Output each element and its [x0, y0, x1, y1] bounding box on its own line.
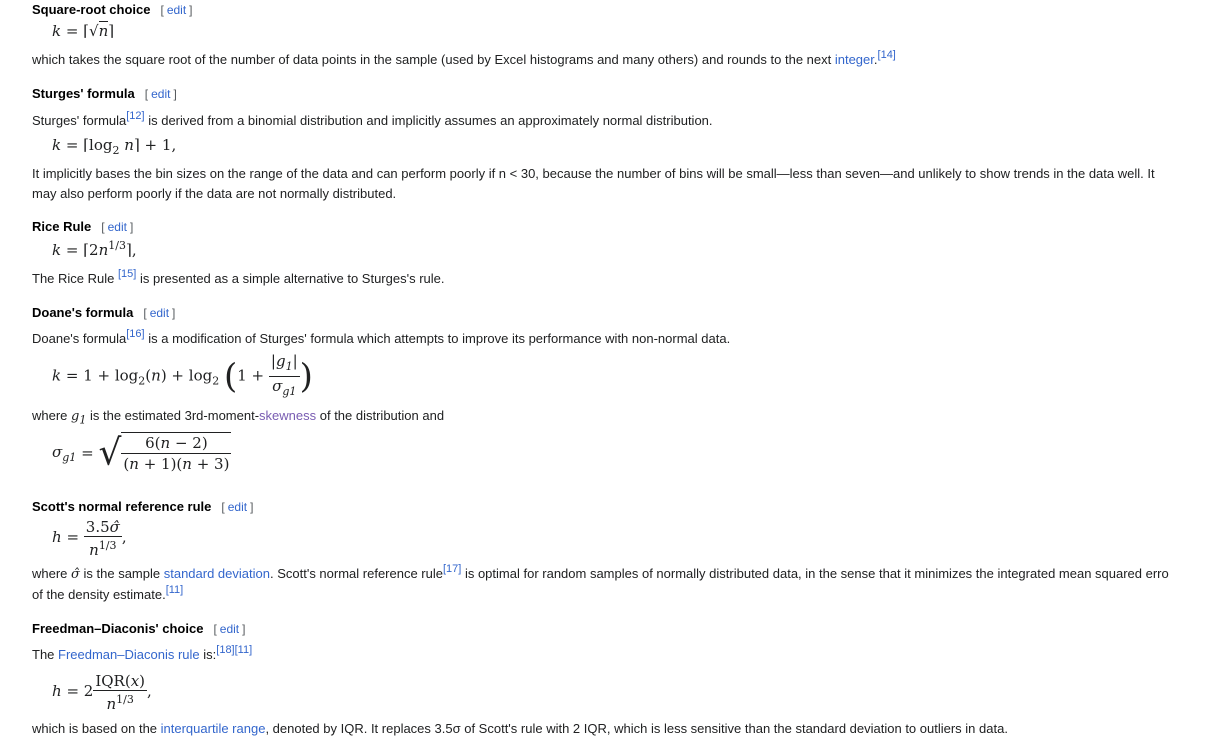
- edit-link-text[interactable]: edit: [105, 220, 130, 234]
- edit-link-text[interactable]: edit: [225, 500, 250, 514]
- paragraph: which is based on the interquartile rang…: [32, 721, 1008, 736]
- edit-link-text[interactable]: edit: [217, 622, 242, 636]
- edit-link-text[interactable]: edit: [164, 3, 189, 17]
- section-rice-heading: Rice Rule [edit]: [32, 219, 133, 234]
- standard-deviation-link[interactable]: standard deviation: [164, 566, 270, 581]
- edit-section-link[interactable]: [edit]: [221, 500, 253, 514]
- freedman-diaconis-link[interactable]: Freedman–Diaconis rule: [58, 647, 200, 662]
- paragraph: The Rice Rule [15] is presented as a sim…: [32, 268, 445, 287]
- integer-link[interactable]: integer: [835, 52, 874, 67]
- citation-link[interactable]: [18]: [216, 644, 234, 656]
- citation-link[interactable]: [12]: [126, 110, 144, 122]
- formula-sigma-g1: σg1 = √ 6(n − 2) (n + 1)(n + 3): [52, 432, 232, 474]
- paragraph: where σ̂ is the sample standard deviatio…: [32, 563, 1169, 583]
- edit-section-link[interactable]: [edit]: [145, 87, 177, 101]
- formula-doane: k = 1 + log2(n) + log2 (1 + |g1| σg1): [52, 352, 313, 398]
- paragraph: which takes the square root of the numbe…: [32, 49, 896, 68]
- edit-link-text[interactable]: edit: [148, 87, 173, 101]
- heading-title: Freedman–Diaconis' choice: [32, 621, 204, 636]
- heading-title: Rice Rule: [32, 219, 92, 234]
- formula-sturges: k = ⌈log2 n⌉ + 1,: [52, 136, 177, 157]
- section-sturges-heading: Sturges' formula [edit]: [32, 86, 177, 101]
- paragraph: The Freedman–Diaconis rule is:[18][11]: [32, 644, 253, 663]
- citation-link[interactable]: [17]: [443, 563, 461, 575]
- section-square-root-heading: Square-root choice [edit]: [32, 2, 193, 17]
- citation-link[interactable]: [15]: [118, 268, 136, 280]
- formula-rice: k = ⌈2n1/3⌉,: [52, 239, 137, 259]
- formula-freedman: h = 2 IQR(x) n1/3,: [52, 671, 152, 713]
- heading-title: Scott's normal reference rule: [32, 499, 212, 514]
- heading-title: Sturges' formula: [32, 86, 135, 101]
- citation-link[interactable]: [14]: [878, 49, 896, 61]
- section-scott-heading: Scott's normal reference rule [edit]: [32, 499, 253, 514]
- edit-section-link[interactable]: [edit]: [160, 3, 192, 17]
- paragraph-line: may also perform poorly if the data are …: [32, 186, 397, 201]
- paragraph: Sturges' formula[12] is derived from a b…: [32, 110, 713, 129]
- heading-title: Square-root choice: [32, 2, 151, 17]
- heading-title: Doane's formula: [32, 305, 134, 320]
- section-freedman-heading: Freedman–Diaconis' choice [edit]: [32, 621, 245, 636]
- paragraph: Doane's formula[16] is a modification of…: [32, 328, 731, 347]
- formula-scott: h = 3.5σ̂ n1/3,: [52, 517, 127, 559]
- citation-link[interactable]: [16]: [126, 328, 144, 340]
- paragraph-line: It implicitly bases the bin sizes on the…: [32, 166, 1155, 181]
- interquartile-range-link[interactable]: interquartile range: [161, 721, 266, 736]
- paragraph: where g1 is the estimated 3rd-moment-ske…: [32, 408, 445, 427]
- paragraph-line: of the density estimate.[11]: [32, 584, 184, 603]
- citation-link[interactable]: [11]: [166, 584, 184, 596]
- skewness-link[interactable]: skewness: [259, 408, 316, 423]
- edit-section-link[interactable]: [edit]: [101, 220, 133, 234]
- edit-section-link[interactable]: [edit]: [143, 306, 175, 320]
- section-doane-heading: Doane's formula [edit]: [32, 305, 175, 320]
- edit-section-link[interactable]: [edit]: [213, 622, 245, 636]
- edit-link-text[interactable]: edit: [147, 306, 172, 320]
- citation-link[interactable]: [11]: [235, 644, 253, 656]
- formula-square-root: k = ⌈√n⌉: [52, 21, 115, 40]
